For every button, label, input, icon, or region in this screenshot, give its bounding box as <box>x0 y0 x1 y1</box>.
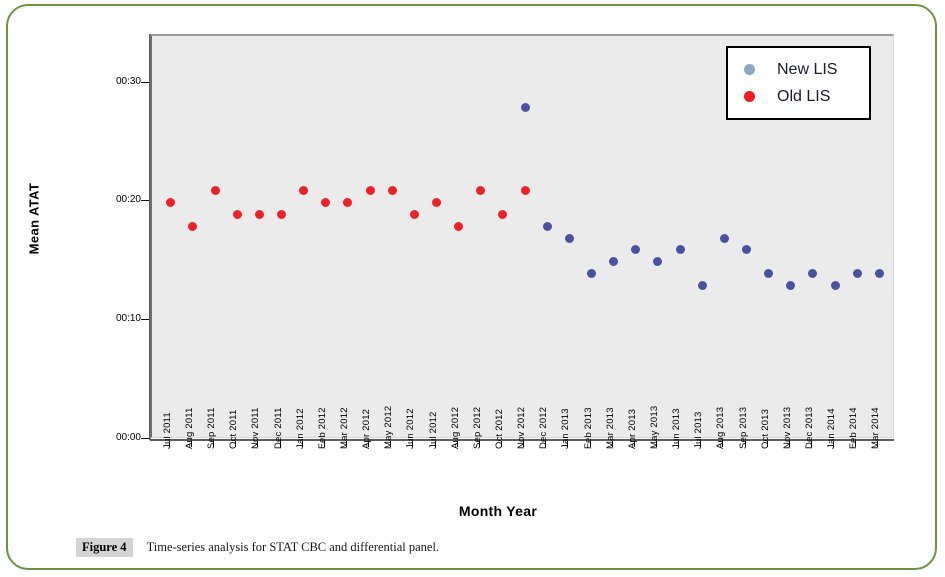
data-point <box>254 209 264 219</box>
figure-caption: Figure 4 Time-series analysis for STAT C… <box>76 538 439 557</box>
y-axis-tick-label: 00:00 <box>115 432 141 443</box>
data-point <box>852 269 862 279</box>
data-point <box>675 245 685 255</box>
data-point <box>742 245 752 255</box>
figure-frame: Mean ATAT 00:00 00:10 00:20 00:30 Jul 2011 A… <box>6 4 937 570</box>
x-axis-tick-label: Oct 2012 <box>493 408 505 449</box>
data-point <box>609 257 619 267</box>
data-point <box>343 197 353 207</box>
data-point <box>277 209 287 219</box>
data-point <box>520 102 530 112</box>
data-point <box>387 185 397 195</box>
data-point <box>564 233 574 243</box>
x-axis-tick-label: Apr 2012 <box>361 408 373 449</box>
data-point <box>432 197 442 207</box>
legend-item-old-lis: Old LIS <box>728 83 869 110</box>
data-point <box>542 221 552 231</box>
y-axis-tick-label: 00:10 <box>115 313 141 325</box>
x-axis-tick-label: Jan 2014 <box>826 408 838 449</box>
x-axis-title: Month Year <box>458 503 538 519</box>
x-axis-tick-label: Jan 2012 <box>294 408 306 449</box>
x-axis-tick-label: Sep 2011 <box>206 407 218 449</box>
y-axis-tick <box>141 319 149 321</box>
figure-number: Figure 4 <box>76 538 133 557</box>
x-axis-tick-label: Jun 2012 <box>405 408 417 449</box>
y-axis-tick <box>141 200 149 202</box>
x-axis-tick-label: Jun 2013 <box>671 408 683 449</box>
chart-region: Mean ATAT 00:00 00:10 00:20 00:30 Jul 2011 A… <box>8 6 939 519</box>
data-point <box>365 185 375 195</box>
data-point <box>764 269 774 279</box>
x-axis-tick-label: Sep 2013 <box>737 406 749 449</box>
data-point <box>631 245 641 255</box>
x-axis-tick-label: Feb 2012 <box>316 407 328 449</box>
x-axis-tick-label: Oct 2011 <box>228 409 240 449</box>
y-axis-tick-label: 00:20 <box>115 194 141 206</box>
chart-legend: New LIS Old LIS <box>726 46 871 120</box>
data-point <box>653 257 663 267</box>
x-axis-tick-label: Nov 2013 <box>781 406 793 449</box>
data-point <box>498 209 508 219</box>
y-axis-tick-label: 00:30 <box>115 75 141 87</box>
data-point <box>166 197 176 207</box>
data-point <box>697 281 707 291</box>
x-axis-tick-label: Dec 2011 <box>272 407 284 449</box>
data-point <box>476 185 486 195</box>
figure-caption-text: Time-series analysis for STAT CBC and di… <box>146 540 440 554</box>
x-axis-tick-label: Mar 2014 <box>870 407 882 449</box>
x-axis-tick-label: May 2012 <box>383 405 395 449</box>
data-point <box>786 281 796 291</box>
circle-marker-icon <box>744 64 755 75</box>
x-axis-tick-label: Jul 2013 <box>693 411 705 449</box>
data-point <box>454 221 464 231</box>
data-point <box>409 209 419 219</box>
x-axis-tick-label: Nov 2011 <box>250 407 262 449</box>
x-axis-tick-label: Jul 2012 <box>427 411 439 449</box>
legend-item-new-lis: New LIS <box>728 56 869 83</box>
x-axis-tick-label: Jan 2013 <box>560 408 572 449</box>
data-point <box>188 221 198 231</box>
x-axis-tick-label: Nov 2012 <box>516 406 528 449</box>
x-axis-tick-label: Oct 2013 <box>759 408 771 449</box>
x-axis-tick-label: Mar 2012 <box>338 407 350 449</box>
data-point <box>808 269 818 279</box>
data-point <box>719 233 729 243</box>
y-axis-title: Mean ATAT <box>26 182 42 255</box>
circle-marker-icon <box>744 91 755 102</box>
data-point <box>232 209 242 219</box>
legend-label: New LIS <box>777 60 838 78</box>
y-axis-tick <box>141 438 149 439</box>
data-point <box>587 269 597 279</box>
data-point <box>830 281 840 291</box>
x-axis-tick-label: May 2013 <box>648 405 660 449</box>
data-point <box>299 185 309 195</box>
x-axis-tick-label: Jul 2011 <box>161 412 173 449</box>
x-axis-tick-label: Apr 2013 <box>626 408 638 449</box>
x-axis-tick-label: Sep 2012 <box>471 406 483 449</box>
x-axis-tick-label: Feb 2013 <box>582 407 594 449</box>
data-point <box>874 269 884 279</box>
x-axis-tick-label: Dec 2013 <box>803 406 815 449</box>
x-axis-tick-label: Mar 2013 <box>604 407 616 449</box>
y-axis-tick <box>141 81 149 83</box>
data-point <box>321 197 331 207</box>
legend-label: Old LIS <box>777 87 831 105</box>
x-axis-tick-label: Feb 2014 <box>848 407 860 449</box>
x-axis-tick-label: Aug 2011 <box>183 407 195 449</box>
data-point <box>210 185 220 195</box>
data-point <box>520 185 530 195</box>
x-axis-tick-label: Aug 2013 <box>715 406 727 449</box>
x-axis-tick-label: Dec 2012 <box>538 406 550 449</box>
x-axis-tick-label: Aug 2012 <box>449 406 461 449</box>
